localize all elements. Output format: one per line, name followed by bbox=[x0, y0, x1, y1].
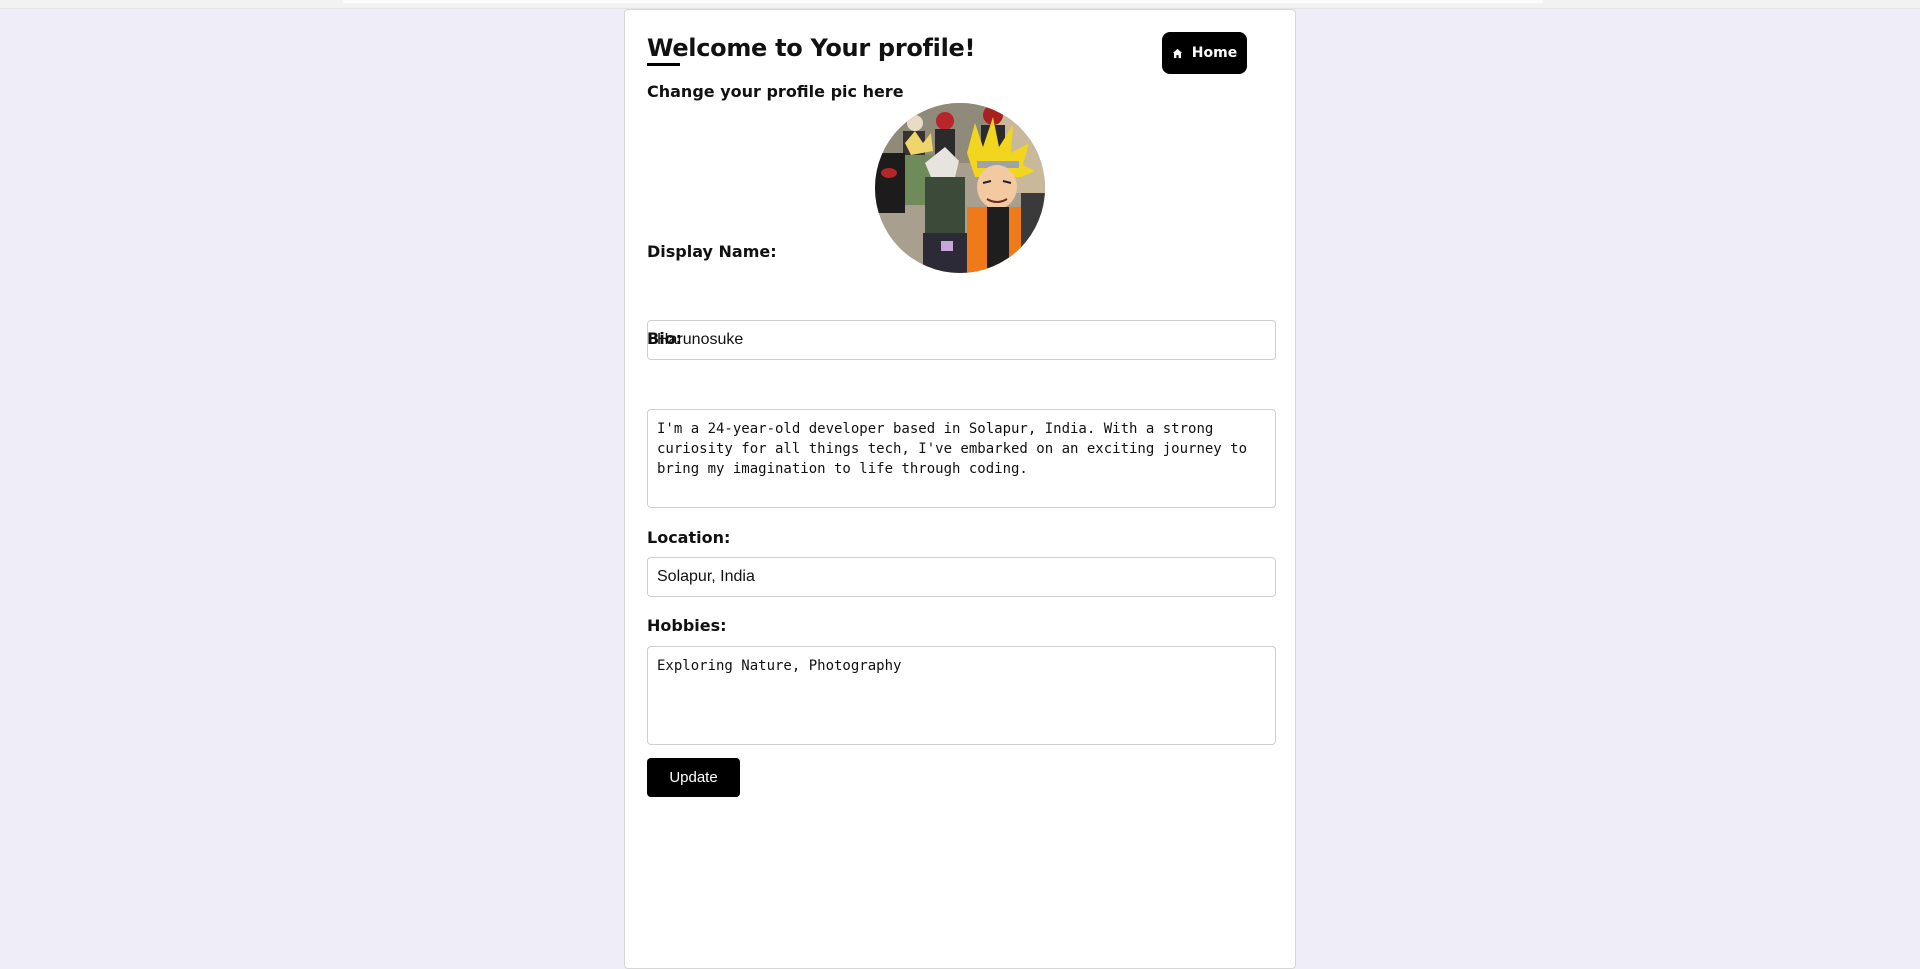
profile-card: Welcome to Your profile! Home Change you… bbox=[624, 9, 1296, 969]
bio-textarea[interactable]: I'm a 24-year-old developer based in Sol… bbox=[647, 409, 1276, 508]
location-label: Location: bbox=[647, 528, 731, 547]
hobbies-label: Hobbies: bbox=[647, 616, 727, 635]
display-name-label: Display Name: bbox=[647, 242, 777, 261]
home-icon bbox=[1172, 48, 1182, 58]
anime-characters-avatar-image bbox=[875, 103, 1045, 273]
home-button[interactable]: Home bbox=[1162, 32, 1247, 74]
update-button[interactable]: Update bbox=[647, 758, 740, 797]
display-name-input[interactable] bbox=[647, 320, 1276, 360]
profile-pic-heading: Change your profile pic here bbox=[647, 82, 904, 101]
location-input[interactable] bbox=[647, 557, 1276, 597]
title-underline bbox=[647, 63, 680, 66]
hobbies-textarea[interactable]: Exploring Nature, Photography bbox=[647, 646, 1276, 745]
bio-label: Bio: bbox=[647, 329, 683, 348]
profile-avatar[interactable] bbox=[875, 103, 1045, 273]
page-title: Welcome to Your profile! bbox=[647, 34, 976, 62]
browser-top-strip bbox=[0, 0, 1920, 9]
home-button-label: Home bbox=[1191, 45, 1238, 61]
